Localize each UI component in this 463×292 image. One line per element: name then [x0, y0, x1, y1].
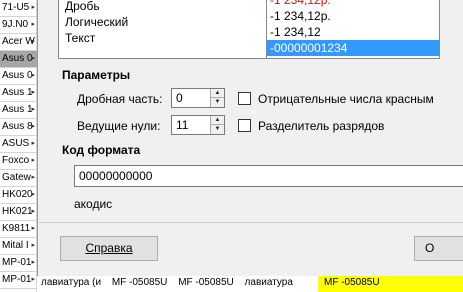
row-cell[interactable]: Acer W ▸ [0, 34, 37, 51]
format-code-hint: акодис [74, 197, 113, 211]
decimal-places-label: Дробная часть: [77, 92, 163, 106]
decimal-places-value[interactable]: 0 [176, 91, 183, 105]
spin-down-icon[interactable]: ▼ [211, 98, 224, 107]
row-cell[interactable]: HK020 ▸ [0, 187, 37, 204]
thousands-separator-checkbox[interactable] [238, 119, 251, 132]
row-cell[interactable]: Asus 8 ▸ [0, 119, 37, 136]
format-code-input[interactable]: 00000000000 [74, 165, 463, 187]
leading-zeros-label: Ведущие нули: [77, 119, 161, 133]
row-cell[interactable]: Foxco ▸ [0, 153, 37, 170]
help-button[interactable]: Справка [60, 236, 158, 261]
format-code-title: Код формата [62, 143, 141, 157]
format-code-value[interactable]: 00000000000 [79, 169, 152, 183]
sheet-cell[interactable]: лавиатура (и [37, 275, 105, 291]
row-cell[interactable]: Asus 0 ▸ [0, 68, 37, 85]
sample-item-selected[interactable]: -00000001234 [267, 40, 439, 56]
category-item[interactable]: Дробь [65, 0, 100, 14]
leading-zeros-value[interactable]: 11 [176, 118, 188, 132]
row-cell-selected[interactable]: Asus 0 ▸ [0, 51, 37, 68]
spin-down-icon[interactable]: ▼ [211, 125, 224, 134]
sample-item[interactable]: -1 234,12 [267, 24, 439, 40]
sample-item[interactable]: -1 234,12р. [267, 0, 439, 8]
sheet-bottom-row: лавиатура (и MF -05085U MF -05085U лавиа… [37, 274, 463, 292]
row-cell[interactable]: ASUS ▸ [0, 136, 37, 153]
sheet-cell-highlighted[interactable]: MF -05085U [318, 275, 463, 292]
sheet-cell[interactable]: лавиатура [241, 275, 297, 291]
decimal-places-spinner[interactable]: 0 ▲ ▼ [171, 88, 225, 108]
category-item[interactable]: Логический [65, 15, 128, 30]
thousands-separator-label[interactable]: Разделитель разрядов [258, 119, 384, 133]
row-cell[interactable]: 9J.N0 ▸ [0, 17, 37, 34]
row-cell[interactable]: Mital I ▸ [0, 238, 37, 255]
row-cell[interactable]: 71-U5 ▸ [0, 0, 37, 17]
spin-up-icon[interactable]: ▲ [211, 116, 224, 125]
category-item[interactable]: Текст [65, 31, 95, 46]
negative-red-label[interactable]: Отрицательные числа красным [258, 92, 434, 106]
leading-zeros-spinner[interactable]: 11 ▲ ▼ [171, 115, 225, 135]
format-cells-dialog: Дробь Логический Текст ▼ -1 234,12р. -1 … [37, 0, 463, 276]
row-cell[interactable]: Asus 1 ▸ [0, 102, 37, 119]
sheet-cell[interactable]: MF -05085U [108, 275, 172, 291]
row-cell[interactable]: Asus 1 ▸ [0, 85, 37, 102]
dialog-divider [38, 222, 463, 223]
params-group-title: Параметры [62, 68, 131, 82]
spin-up-icon[interactable]: ▲ [211, 89, 224, 98]
row-cell[interactable]: K9811 ▸ [0, 221, 37, 238]
sample-listbox[interactable]: -1 234,12р. -1 234,12р. -1 234,12 -00000… [266, 0, 440, 59]
sample-item[interactable]: -1 234,12р. [267, 8, 439, 24]
row-cell[interactable]: MP-01 ▸ [0, 255, 37, 272]
negative-red-checkbox[interactable] [238, 92, 251, 105]
ok-button[interactable]: О [414, 236, 463, 261]
sheet-cell[interactable]: MF -05085U [174, 275, 238, 291]
row-cell[interactable]: HK021 ▸ [0, 204, 37, 221]
row-cell[interactable]: Gatew ▸ [0, 170, 37, 187]
row-label-column: 71-U5 ▸ 9J.N0 ▸ Acer W ▸ Asus 0 ▸ Asus 0 ▸ As… [0, 0, 37, 292]
row-cell[interactable]: MP-01 ▸ [0, 272, 37, 289]
category-listbox[interactable]: Дробь Логический Текст ▼ [58, 0, 289, 59]
